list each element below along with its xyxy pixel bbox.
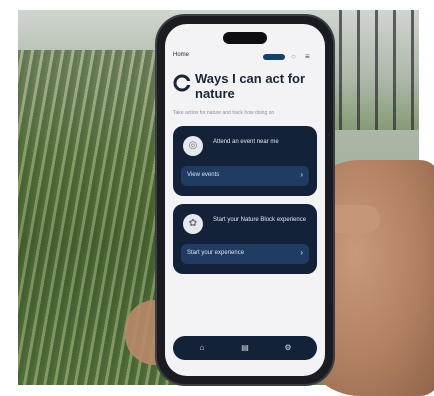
dynamic-island [223,32,267,44]
list-icon[interactable]: ▤ [238,341,252,355]
top-bar: Home ○ ≡ [173,52,317,64]
event-card[interactable]: ◎ Attend an event near me View events › [173,126,317,196]
fence [339,10,419,130]
page-title: Ways I can act for nature [195,71,306,101]
experience-card-text: Start your Nature Block experience [213,217,307,223]
start-experience-button[interactable]: Start your experience › [181,244,309,264]
view-events-button[interactable]: View events › [181,166,309,186]
phone: Home ○ ≡ Ways I can act for nature Take … [157,16,333,384]
phone-screen: Home ○ ≡ Ways I can act for nature Take … [165,24,325,376]
brand-logo-icon [173,74,191,92]
chevron-right-icon: › [300,170,303,179]
user-icon[interactable]: ○ [291,53,299,61]
home-icon[interactable]: ⌂ [195,341,209,355]
view-events-label: View events [187,172,220,178]
menu-icon[interactable]: ≡ [305,53,313,61]
calendar-icon: ◎ [183,136,203,156]
start-experience-label: Start your experience [187,250,245,256]
tab-bar: ⌂ ▤ ⚙ [173,336,317,360]
chevron-right-icon: › [300,248,303,257]
settings-icon[interactable]: ⚙ [281,341,295,355]
status-pill [263,54,285,60]
leaf-icon: ✿ [183,214,203,234]
home-label: Home [173,52,190,58]
page-subtitle: Take action for nature and track how doi… [173,110,274,116]
experience-card[interactable]: ✿ Start your Nature Block experience Sta… [173,204,317,274]
event-card-text: Attend an event near me [213,139,279,145]
